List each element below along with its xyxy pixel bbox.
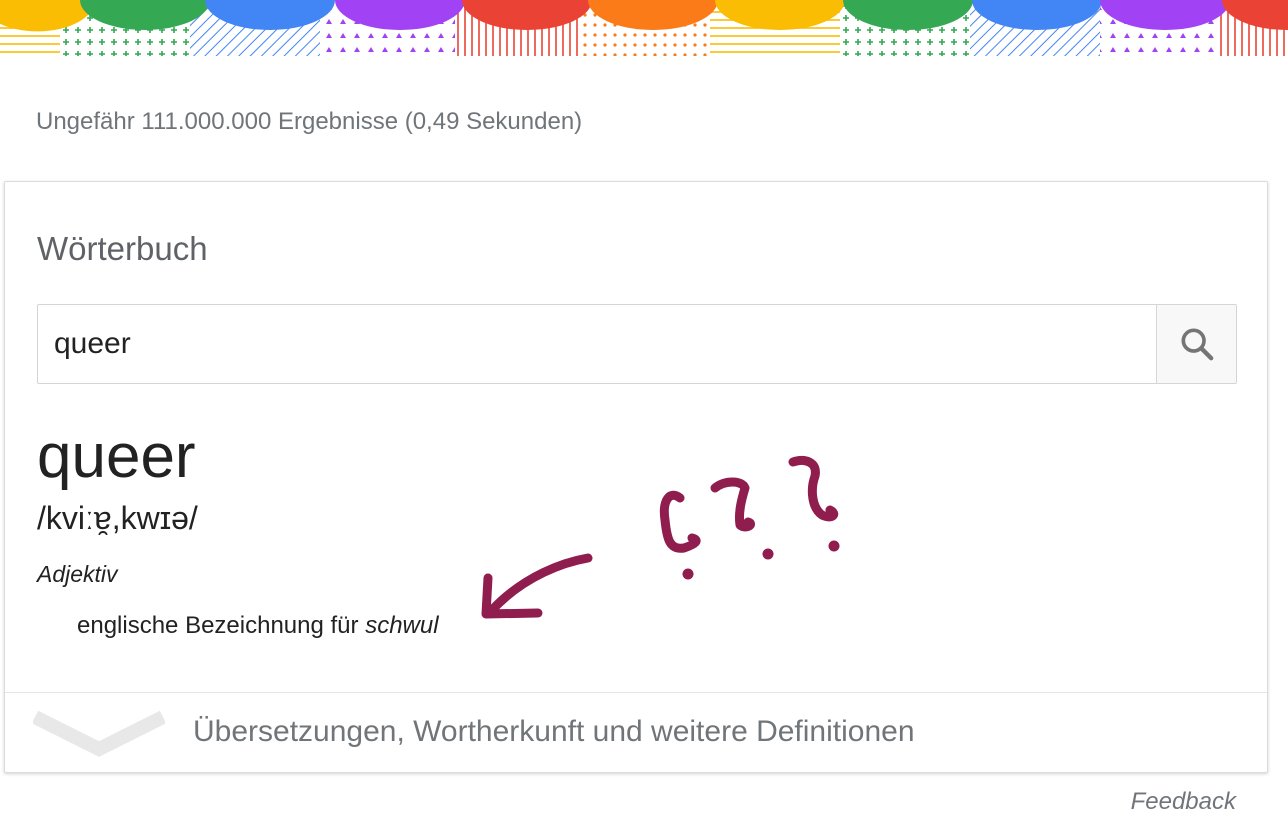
part-of-speech: Adjektiv [37, 561, 118, 587]
dictionary-search-input[interactable] [38, 305, 1156, 383]
expand-label: Übersetzungen, Wortherkunft und weitere … [193, 715, 915, 748]
search-button[interactable] [1156, 305, 1236, 383]
headword: queer [37, 422, 196, 491]
card-title: Wörterbuch [37, 230, 208, 267]
result-stats: Ungefähr 111.000.000 Ergebnisse (0,49 Se… [36, 108, 583, 135]
definition-text: englische Bezeichnung für [77, 612, 366, 639]
doodle-banner [0, 0, 1288, 56]
definition: englische Bezeichnung für schwul [77, 612, 439, 640]
chevron-down-icon [33, 711, 165, 757]
expand-more-definitions[interactable]: Übersetzungen, Wortherkunft und weitere … [5, 693, 1267, 773]
feedback-link[interactable]: Feedback [1131, 788, 1236, 816]
dictionary-search-box [37, 304, 1237, 384]
dictionary-card: Wörterbuch queer /kviːɐ̯,kwɪə/ Adjektiv … [4, 181, 1268, 773]
phonetic-transcription: /kviːɐ̯,kwɪə/ [37, 500, 198, 536]
definition-emphasis: schwul [365, 612, 439, 639]
search-icon [1181, 328, 1213, 361]
doodle-banner-graphic [0, 0, 1288, 56]
